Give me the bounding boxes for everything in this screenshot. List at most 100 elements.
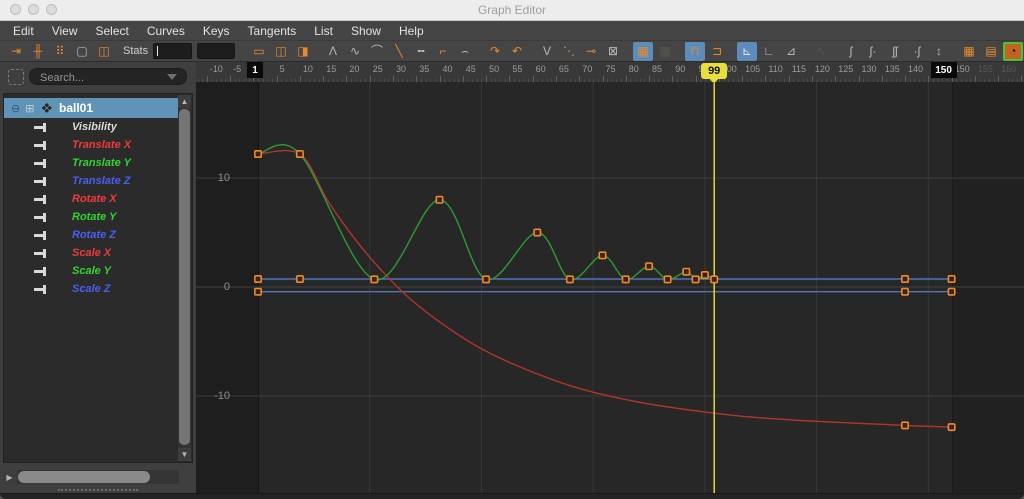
lattice-deform-keys-tool-icon[interactable]: ⠿	[50, 42, 70, 61]
vertical-scroll-thumb[interactable]	[179, 109, 190, 445]
step-tangents-icon[interactable]: ⌐	[433, 42, 453, 61]
menu-select[interactable]: Select	[86, 21, 137, 40]
tree-node-ball01[interactable]: ⊖ ⊞ ❖ ball01	[4, 98, 178, 118]
pre-infinity-cycle-offset-icon[interactable]: ʃ·	[863, 42, 883, 61]
keyframe[interactable]	[702, 272, 708, 278]
playback-range-marker[interactable]: 1	[247, 62, 263, 78]
menu-help[interactable]: Help	[390, 21, 433, 40]
flat-tangents-icon[interactable]: ╍	[411, 42, 431, 61]
time-snap-icon[interactable]: ⊓	[685, 42, 705, 61]
menu-curves[interactable]: Curves	[138, 21, 194, 40]
pre-infinity-cycle-icon[interactable]: ʃ	[841, 42, 861, 61]
break-tangents-icon[interactable]: V	[537, 42, 557, 61]
scroll-right-icon[interactable]: ▶	[3, 470, 16, 484]
keyframe[interactable]	[255, 151, 261, 157]
absolute-view-icon[interactable]: ⊾	[737, 42, 757, 61]
ghost-curves-disabled-icon[interactable]: ∿	[811, 42, 831, 61]
region-select-tool-icon[interactable]: ▢	[72, 42, 92, 61]
menu-tangents[interactable]: Tangents	[239, 21, 306, 40]
channel-row-translate-x[interactable]: Translate X	[4, 136, 178, 154]
time-ruler[interactable]: -10-505101520253035404550556065707580859…	[196, 62, 1024, 83]
insert-keys-tool-icon[interactable]: ╫	[28, 42, 48, 61]
keyframe[interactable]	[646, 263, 652, 269]
channel-row-scale-y[interactable]: Scale Y	[4, 262, 178, 280]
keyframe[interactable]	[902, 276, 908, 282]
lock-tangent-weight-icon[interactable]: ⊠	[603, 42, 623, 61]
keyframe[interactable]	[371, 276, 377, 282]
keyframe[interactable]	[567, 276, 573, 282]
normalized-view-icon[interactable]: ⊿	[781, 42, 801, 61]
playback-range-marker[interactable]: 150	[931, 62, 957, 78]
curves-canvas[interactable]	[196, 82, 1024, 493]
linear-tangents-icon[interactable]: ╲	[389, 42, 409, 61]
plateau-tangents-icon[interactable]: ⌢	[455, 42, 475, 61]
keyframe[interactable]	[664, 276, 670, 282]
channel-row-scale-z[interactable]: Scale Z	[4, 280, 178, 298]
chevron-down-icon[interactable]	[167, 74, 177, 80]
post-infinity-cycle-offset-icon[interactable]: ·ʃ	[907, 42, 927, 61]
channel-row-scale-x[interactable]: Scale X	[4, 244, 178, 262]
keyframe[interactable]	[692, 276, 698, 282]
open-time-editor-icon[interactable]: ◔	[1003, 42, 1023, 61]
expand-icon[interactable]: ⊞	[25, 102, 34, 115]
stacked-view-icon[interactable]: ∟	[759, 42, 779, 61]
keyframe[interactable]	[297, 276, 303, 282]
stacked-curve-spacing-icon[interactable]: ↕	[929, 42, 949, 61]
stats-value-field[interactable]	[197, 43, 235, 59]
menu-edit[interactable]: Edit	[4, 21, 43, 40]
channel-row-translate-y[interactable]: Translate Y	[4, 154, 178, 172]
channel-row-rotate-x[interactable]: Rotate X	[4, 190, 178, 208]
curve-plot-area[interactable]: 100-10	[196, 82, 1024, 493]
clamped-tangents-icon[interactable]: ⌒	[367, 42, 387, 61]
load-graph-disabled-icon[interactable]: ▦	[655, 42, 675, 61]
keyframe[interactable]	[534, 229, 540, 235]
keyframe[interactable]	[255, 289, 261, 295]
center-current-time-icon[interactable]: ◨	[293, 42, 313, 61]
keyframe[interactable]	[297, 151, 303, 157]
menu-keys[interactable]: Keys	[194, 21, 239, 40]
anim-curve[interactable]	[258, 145, 714, 280]
menu-view[interactable]: View	[43, 21, 87, 40]
keyframe[interactable]	[948, 289, 954, 295]
value-snap-icon[interactable]: ⊐	[707, 42, 727, 61]
menu-list[interactable]: List	[305, 21, 342, 40]
keyframe[interactable]	[623, 276, 629, 282]
keyframe[interactable]	[902, 289, 908, 295]
open-trax-editor-icon[interactable]: ▤	[981, 42, 1001, 61]
keyframe[interactable]	[683, 269, 689, 275]
retime-tool-icon[interactable]: ◫	[94, 42, 114, 61]
keyframe[interactable]	[948, 276, 954, 282]
keyframe[interactable]	[948, 424, 954, 430]
unify-tangents-icon[interactable]: ⋱	[559, 42, 579, 61]
scroll-up-icon[interactable]: ▲	[178, 95, 191, 108]
free-tangent-weight-icon[interactable]: ⊸	[581, 42, 601, 61]
spline-tangents-icon[interactable]: ∿	[345, 42, 365, 61]
channel-row-visibility[interactable]: Visibility	[4, 118, 178, 136]
post-infinity-cycle-icon[interactable]: ʃʃ	[885, 42, 905, 61]
frame-all-icon[interactable]: ▭	[249, 42, 269, 61]
frame-playback-range-icon[interactable]: ◫	[271, 42, 291, 61]
keyframe[interactable]	[599, 252, 605, 258]
scroll-down-icon[interactable]: ▼	[178, 448, 191, 461]
filter-icon[interactable]	[8, 69, 24, 85]
horizontal-scroll-thumb[interactable]	[18, 471, 150, 483]
keyframe[interactable]	[483, 276, 489, 282]
move-nearest-picked-key-tool-icon[interactable]: ⇥	[6, 42, 26, 61]
keyframe[interactable]	[711, 276, 717, 282]
search-box[interactable]	[29, 68, 187, 85]
keyframe[interactable]	[902, 422, 908, 428]
tree-vertical-scrollbar[interactable]: ▲ ▼	[178, 95, 191, 461]
collapse-icon[interactable]: ⊖	[11, 102, 20, 115]
stats-time-field[interactable]	[153, 43, 191, 59]
open-dope-sheet-icon[interactable]: ▦	[959, 42, 979, 61]
buffer-curve-snapshot-icon[interactable]: ↷	[485, 42, 505, 61]
search-input[interactable]	[38, 70, 162, 85]
anim-curve[interactable]	[258, 151, 952, 428]
tree-horizontal-scrollbar[interactable]: ◀ ▶	[3, 470, 179, 484]
channel-row-rotate-y[interactable]: Rotate Y	[4, 208, 178, 226]
swap-buffer-curve-icon[interactable]: ↶	[507, 42, 527, 61]
keyframe[interactable]	[255, 276, 261, 282]
menu-show[interactable]: Show	[342, 21, 390, 40]
channel-row-rotate-z[interactable]: Rotate Z	[4, 226, 178, 244]
keyframe[interactable]	[436, 197, 442, 203]
